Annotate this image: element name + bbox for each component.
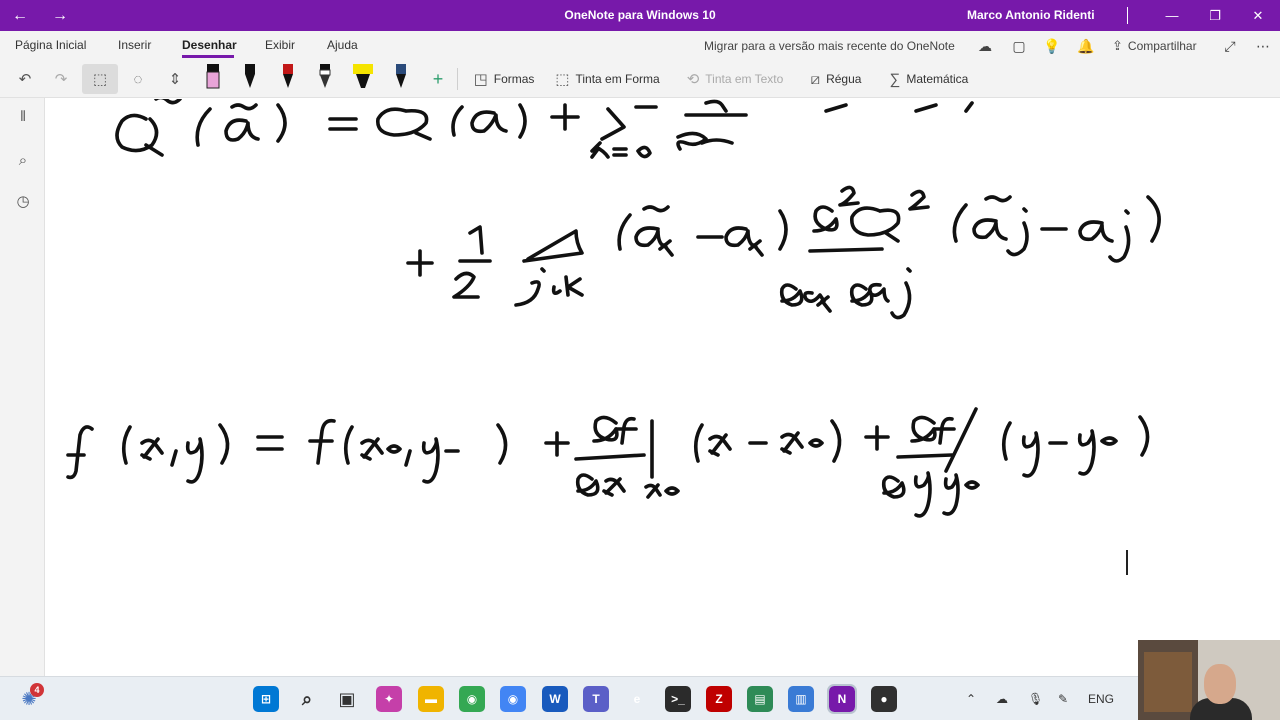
back-arrow-icon[interactable]: ← bbox=[0, 0, 40, 31]
tray-mic-icon[interactable]: 🎙 bbox=[1028, 677, 1043, 720]
tab-pagina-inicial[interactable]: Página Inicial bbox=[15, 38, 86, 52]
notebooks-icon[interactable]: 𝍪 bbox=[9, 104, 37, 132]
windows-taskbar: ✺ 4 ⊞ ⌕ ▣ ✦ ▬ ◉ ◉ W T e >_ Z ▤ ▥ N ● ⌃ ☁… bbox=[0, 676, 1280, 720]
ink-to-text-button[interactable]: ⟲ Tinta em Texto bbox=[680, 64, 790, 94]
tray-pen-icon[interactable]: ✎ bbox=[1058, 677, 1068, 720]
minimize-button[interactable]: — bbox=[1150, 0, 1194, 31]
expand-icon[interactable]: ⤢ bbox=[1219, 35, 1241, 57]
recent-clock-icon[interactable]: ◷ bbox=[9, 187, 37, 215]
left-navigation-rail: 𝍪 ⌕ ◷ bbox=[0, 98, 45, 676]
bell-icon[interactable]: 🔔 bbox=[1075, 35, 1097, 57]
notebook-view-icon[interactable]: ▢ bbox=[1008, 35, 1030, 57]
red-pen-icon[interactable] bbox=[275, 60, 301, 98]
shapes-label: Formas bbox=[493, 72, 535, 86]
share-label: Compartilhar bbox=[1127, 38, 1197, 53]
ink-to-text-label: Tinta em Texto bbox=[705, 72, 784, 86]
ruler-label: Régua bbox=[826, 72, 862, 86]
taskbar-app-start[interactable]: ⊞ bbox=[253, 686, 279, 712]
tray-cloud-icon[interactable]: ☁ bbox=[996, 677, 1008, 720]
shapes-button[interactable]: ◳ Formas bbox=[466, 64, 542, 94]
math-icon: ∑ bbox=[889, 70, 901, 88]
tab-desenhar[interactable]: Desenhar bbox=[182, 38, 237, 52]
taskbar-app-chrome-profile[interactable]: ◉ bbox=[500, 686, 526, 712]
toolbar-divider bbox=[457, 68, 458, 90]
taskbar-app-e[interactable]: e bbox=[624, 686, 650, 712]
draw-toolbar: ↶ ↷ ⬚ ◌ ⇕ + ◳ Formas ⬚ Tinta em Forma ⟲ … bbox=[0, 60, 1280, 98]
taskbar-app-file-explorer[interactable]: ▬ bbox=[418, 686, 444, 712]
lightbulb-icon[interactable]: 💡 bbox=[1041, 35, 1063, 57]
taskbar-app-spreadsheet[interactable]: ▤ bbox=[747, 686, 773, 712]
ruler-button[interactable]: ⧄ Régua bbox=[802, 64, 870, 94]
shapes-icon: ◳ bbox=[473, 71, 488, 88]
lasso-add-icon[interactable]: ◌ bbox=[124, 64, 152, 94]
ink-to-shape-label: Tinta em Forma bbox=[575, 72, 660, 86]
ruler-icon: ⧄ bbox=[810, 70, 821, 88]
taskbar-app-copilot[interactable]: ✦ bbox=[376, 686, 402, 712]
redo-icon[interactable]: ↷ bbox=[48, 64, 74, 94]
taskbar-app-onenote[interactable]: N bbox=[827, 684, 857, 714]
forward-arrow-icon[interactable]: → bbox=[40, 0, 80, 31]
sync-status-icon[interactable]: ☁ bbox=[974, 35, 996, 57]
ribbon-tabs: Página Inicial Inserir Desenhar Exibir A… bbox=[0, 31, 1280, 60]
taskbar-app-search[interactable]: ⌕ bbox=[294, 686, 320, 712]
taskbar-app-obs[interactable]: ● bbox=[871, 686, 897, 712]
webcam-overlay bbox=[1138, 640, 1280, 720]
more-options-icon[interactable]: ⋯ bbox=[1252, 35, 1274, 57]
taskbar-app-notepad[interactable]: ▥ bbox=[788, 686, 814, 712]
note-canvas[interactable] bbox=[46, 99, 1280, 676]
galaxy-pen-icon[interactable] bbox=[388, 60, 414, 98]
restore-button[interactable]: ❐ bbox=[1193, 0, 1237, 31]
taskbar-app-word[interactable]: W bbox=[542, 686, 568, 712]
taskbar-app-chrome[interactable]: ◉ bbox=[459, 686, 485, 712]
ink-to-shape-button[interactable]: ⬚ Tinta em Forma bbox=[550, 64, 665, 94]
title-divider bbox=[1127, 7, 1128, 24]
black-pen-icon[interactable] bbox=[237, 60, 263, 98]
handwritten-ink bbox=[66, 99, 1161, 518]
ink-to-shape-icon: ⬚ bbox=[555, 71, 570, 88]
taskbar-app-task-view[interactable]: ▣ bbox=[334, 686, 360, 712]
highlighter-icon[interactable] bbox=[348, 60, 378, 98]
tray-chevron-icon[interactable]: ⌃ bbox=[966, 677, 976, 720]
close-button[interactable]: ✕ bbox=[1236, 0, 1280, 31]
taskbar-app-teams[interactable]: T bbox=[583, 686, 609, 712]
taskbar-app-terminal[interactable]: >_ bbox=[665, 686, 691, 712]
math-label: Matemática bbox=[906, 72, 969, 86]
notification-badge: 4 bbox=[30, 683, 44, 697]
tray-language[interactable]: ENG bbox=[1088, 677, 1114, 720]
share-button[interactable]: ⇪ Compartilhar bbox=[1112, 31, 1197, 60]
add-space-icon[interactable]: ⇕ bbox=[162, 64, 188, 94]
user-name[interactable]: Marco Antonio Ridenti bbox=[967, 0, 1095, 31]
tab-inserir[interactable]: Inserir bbox=[118, 38, 151, 52]
undo-icon[interactable]: ↶ bbox=[12, 64, 38, 94]
title-bar: ← → OneNote para Windows 10 Marco Antoni… bbox=[0, 0, 1280, 31]
math-button[interactable]: ∑ Matemática bbox=[882, 64, 976, 94]
taskbar-app-filezilla[interactable]: Z bbox=[706, 686, 732, 712]
text-cursor bbox=[1126, 550, 1128, 575]
webcam-bookshelf bbox=[1144, 652, 1192, 712]
tab-ajuda[interactable]: Ajuda bbox=[327, 38, 358, 52]
eraser-pen-icon[interactable] bbox=[200, 60, 226, 98]
pencil-icon[interactable] bbox=[312, 60, 338, 98]
lasso-select-icon[interactable]: ⬚ bbox=[82, 64, 118, 94]
migrate-link[interactable]: Migrar para a versão mais recente do One… bbox=[704, 31, 955, 60]
add-pen-icon[interactable]: + bbox=[426, 64, 450, 94]
webcam-person-head bbox=[1204, 664, 1236, 704]
share-icon: ⇪ bbox=[1112, 37, 1123, 53]
tab-exibir[interactable]: Exibir bbox=[265, 38, 295, 52]
ink-to-text-icon: ⟲ bbox=[686, 71, 700, 88]
onenote-window: ← → OneNote para Windows 10 Marco Antoni… bbox=[0, 0, 1280, 720]
active-tab-indicator bbox=[182, 55, 234, 58]
search-icon[interactable]: ⌕ bbox=[9, 146, 37, 174]
